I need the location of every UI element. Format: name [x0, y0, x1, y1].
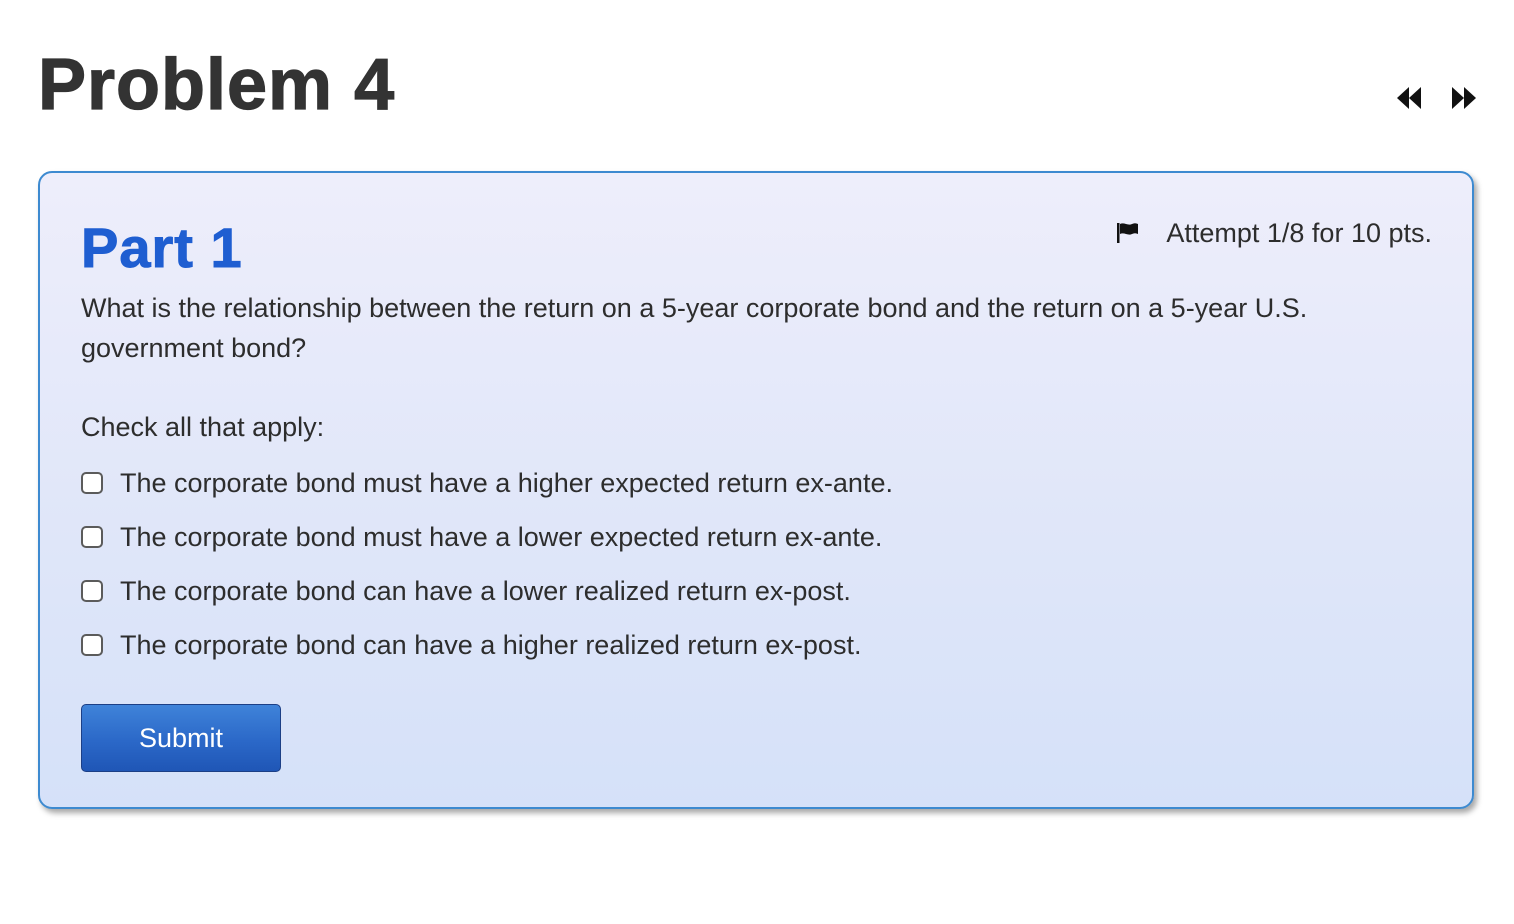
answer-option[interactable]: The corporate bond can have a higher rea…	[81, 627, 893, 663]
fast-forward-icon[interactable]	[1448, 84, 1478, 112]
option-label[interactable]: The corporate bond must have a lower exp…	[120, 522, 882, 553]
answer-option[interactable]: The corporate bond must have a lower exp…	[81, 519, 893, 555]
option-checkbox[interactable]	[81, 526, 103, 548]
flag-icon[interactable]	[1115, 221, 1141, 245]
instructions-text: Check all that apply:	[81, 412, 325, 442]
option-checkbox[interactable]	[81, 634, 103, 656]
attempt-text: Attempt 1/8 for 10 pts.	[1166, 217, 1432, 248]
problem-part-card: Part 1 Attempt 1/8 for 10 pts. What is t…	[38, 171, 1474, 809]
rewind-icon[interactable]	[1396, 84, 1426, 112]
part-title: Part 1	[81, 216, 243, 280]
option-label[interactable]: The corporate bond can have a lower real…	[120, 576, 851, 607]
option-label[interactable]: The corporate bond must have a higher ex…	[120, 468, 893, 499]
question-text: What is the relationship between the ret…	[81, 293, 1308, 363]
answer-option[interactable]: The corporate bond must have a higher ex…	[81, 465, 893, 501]
answer-options: The corporate bond must have a higher ex…	[81, 465, 893, 681]
option-label[interactable]: The corporate bond can have a higher rea…	[120, 630, 861, 661]
problem-navigation	[1396, 84, 1480, 112]
attempt-info: Attempt 1/8 for 10 pts.	[1115, 217, 1432, 249]
answer-option[interactable]: The corporate bond can have a lower real…	[81, 573, 893, 609]
option-checkbox[interactable]	[81, 472, 103, 494]
problem-title: Problem 4	[37, 44, 396, 125]
submit-button[interactable]: Submit	[81, 704, 281, 772]
option-checkbox[interactable]	[81, 580, 103, 602]
